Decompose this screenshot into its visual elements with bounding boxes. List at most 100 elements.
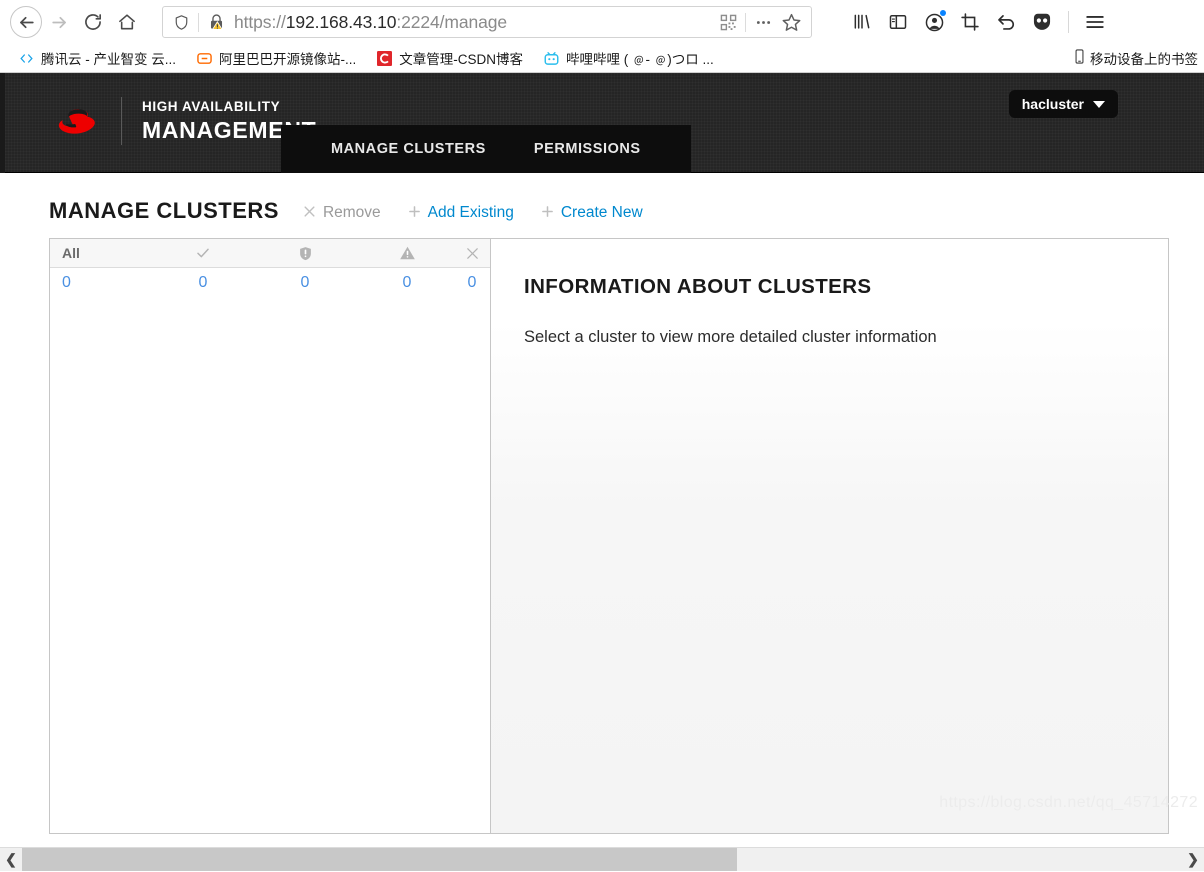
url-path: :2224/manage (396, 11, 508, 32)
url-text[interactable]: https://192.168.43.10:2224/manage (234, 12, 714, 33)
url-host: 192.168.43.10 (285, 11, 397, 32)
remove-x-icon (303, 205, 316, 221)
bookmark-label: 阿里巴巴开源镜像站-... (219, 52, 357, 67)
pocket-icon[interactable] (1026, 6, 1058, 38)
brand-block: HIGH AVAILABILITY MANAGEMENT (49, 97, 316, 145)
browser-toolbar: https://192.168.43.10:2224/manage (0, 0, 1204, 44)
info-panel-message: Select a cluster to view more detailed c… (524, 328, 937, 346)
caret-down-icon (1093, 100, 1105, 108)
create-new-label: Create New (560, 204, 643, 221)
remove-button[interactable]: Remove (303, 204, 381, 222)
page-title: MANAGE CLUSTERS (49, 198, 279, 223)
x-close-icon (465, 246, 480, 261)
mobile-device-icon (1073, 49, 1086, 67)
insecure-connection-warning-icon[interactable] (208, 13, 225, 31)
aliyun-mirror-icon (196, 50, 212, 66)
bookmark-label: 哔哩哔哩 ( ﹫- ﹫)つロ ... (566, 52, 714, 67)
user-menu-button[interactable]: hacluster (1008, 90, 1118, 118)
home-icon (119, 14, 135, 30)
count-warning: 0 (402, 274, 412, 291)
page-viewport: HIGH AVAILABILITY MANAGEMENT MANAGE CLUS… (5, 73, 1204, 847)
scroll-right-arrow[interactable]: ❯ (1182, 847, 1204, 871)
cluster-table-counts-row: 0 0 0 0 0 (50, 268, 490, 298)
hamburger-menu-icon[interactable] (1079, 6, 1111, 38)
library-icon[interactable] (846, 6, 878, 38)
page-actions-ellipsis-icon[interactable] (749, 8, 777, 36)
column-header-failed[interactable] (458, 246, 490, 261)
count-failed: 0 (467, 274, 477, 291)
create-new-button[interactable]: Create New (541, 204, 643, 222)
bookmark-star-icon[interactable] (777, 8, 805, 36)
qr-code-icon[interactable] (714, 8, 742, 36)
add-plus-icon (408, 205, 421, 221)
mobile-bookmarks-label: 移动设备上的书签 (1090, 52, 1198, 67)
count-cell-ok[interactable]: 0 (152, 274, 254, 292)
lock-warning-glyph (210, 14, 223, 30)
info-panel-title: INFORMATION ABOUT CLUSTERS (524, 275, 872, 298)
column-label-all: All (62, 245, 80, 261)
bookmark-label: 文章管理-CSDN博客 (399, 52, 523, 67)
bilibili-icon (543, 50, 559, 66)
screenshot-crop-icon[interactable] (954, 6, 986, 38)
scrollbar-thumb[interactable] (22, 847, 737, 871)
check-icon (195, 245, 211, 261)
primary-nav: MANAGE CLUSTERS PERMISSIONS (281, 125, 691, 173)
forward-button[interactable] (42, 5, 76, 39)
count-cell-error[interactable]: 0 (254, 274, 356, 292)
scroll-left-arrow[interactable]: ❮ (0, 847, 22, 871)
url-bar[interactable]: https://192.168.43.10:2224/manage (162, 6, 812, 38)
brand-divider (121, 97, 122, 145)
user-menu-label: hacluster (1021, 96, 1084, 112)
count-error: 0 (300, 274, 310, 291)
cluster-table-header: All (50, 239, 490, 268)
count-cell-failed[interactable]: 0 (458, 274, 490, 292)
browser-chrome: https://192.168.43.10:2224/manage 腾讯云 - … (0, 0, 1204, 73)
reload-button[interactable] (76, 5, 110, 39)
sidebar-icon[interactable] (882, 6, 914, 38)
bookmark-mobile-folder[interactable]: 移动设备上的书签 (1073, 44, 1198, 72)
forward-arrow-icon (51, 16, 66, 28)
page-area: HIGH AVAILABILITY MANAGEMENT MANAGE CLUS… (0, 73, 1204, 871)
urlbar-divider-2 (745, 12, 746, 32)
reload-icon (85, 14, 102, 30)
scrollbar-track[interactable] (22, 847, 1182, 871)
url-scheme: https:// (234, 11, 286, 32)
count-all: 0 (62, 274, 71, 291)
pocket-glyph (1033, 13, 1051, 30)
bookmark-tencent-cloud[interactable]: 腾讯云 - 产业智变 云... (8, 46, 186, 70)
tab-permissions[interactable]: PERMISSIONS (510, 125, 665, 173)
horizontal-scrollbar[interactable]: ❮ ❯ (0, 847, 1204, 871)
panels-row: All 0 0 0 0 0 INFORMATION ABOUT CLUSTERS… (49, 238, 1169, 834)
cluster-list-panel: All 0 0 0 0 0 (49, 238, 490, 834)
urlbar-divider (198, 12, 199, 32)
back-button[interactable] (10, 6, 42, 38)
toolbar-right-icons (846, 6, 1111, 38)
csdn-icon (376, 50, 392, 66)
cluster-info-panel: INFORMATION ABOUT CLUSTERS Select a clus… (490, 238, 1169, 834)
tracking-protection-shield-icon[interactable] (173, 14, 190, 31)
bookmark-bilibili[interactable]: 哔哩哔哩 ( ﹫- ﹫)つロ ... (533, 46, 724, 70)
bookmark-label: 腾讯云 - 产业智变 云... (41, 52, 176, 67)
tencent-cloud-icon (18, 50, 34, 66)
home-button[interactable] (110, 5, 144, 39)
app-header: HIGH AVAILABILITY MANAGEMENT MANAGE CLUS… (5, 73, 1204, 173)
column-header-error[interactable] (254, 245, 356, 262)
main-content: MANAGE CLUSTERS Remove Add Existing Crea… (5, 173, 1204, 834)
add-existing-label: Add Existing (427, 204, 514, 221)
undo-arrow-icon[interactable] (990, 6, 1022, 38)
count-ok: 0 (198, 274, 208, 291)
remove-label: Remove (322, 204, 381, 221)
bookmarks-bar: 腾讯云 - 产业智变 云... 阿里巴巴开源镜像站-... 文章管理-CSDN博… (0, 44, 1204, 72)
create-plus-icon (541, 205, 554, 221)
tab-manage-clusters[interactable]: MANAGE CLUSTERS (307, 125, 510, 173)
bookmark-csdn[interactable]: 文章管理-CSDN博客 (366, 46, 533, 70)
add-existing-button[interactable]: Add Existing (408, 204, 514, 222)
column-header-all[interactable]: All (50, 245, 152, 261)
firefox-account-icon[interactable] (918, 6, 950, 38)
bookmark-aliyun-mirror[interactable]: 阿里巴巴开源镜像站-... (186, 46, 366, 70)
brand-line-availability: HIGH AVAILABILITY (142, 98, 281, 114)
count-cell-all[interactable]: 0 (50, 274, 152, 292)
count-cell-warning[interactable]: 0 (356, 274, 458, 292)
column-header-warning[interactable] (356, 245, 458, 261)
column-header-ok[interactable] (152, 245, 254, 261)
